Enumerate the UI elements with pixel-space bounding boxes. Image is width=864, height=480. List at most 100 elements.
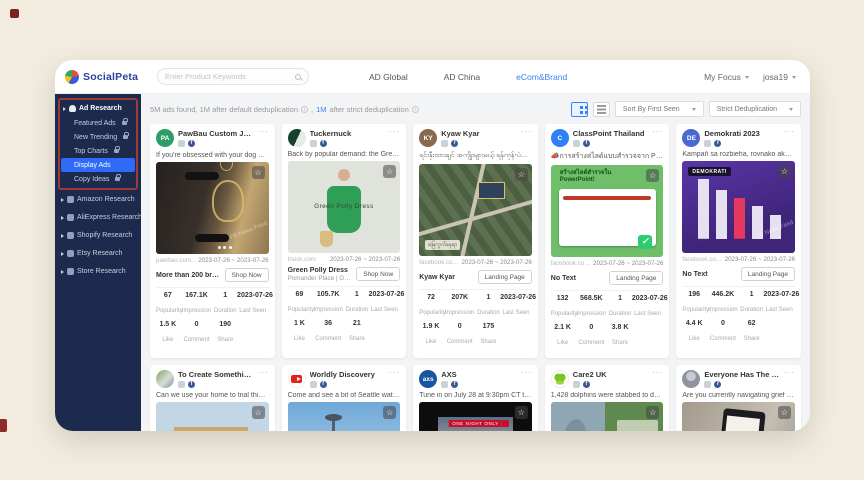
ad-creative[interactable]: ONE NIGHT ONLY ☆: [419, 402, 532, 431]
favorite-star-button[interactable]: ☆: [252, 166, 265, 179]
sort-select[interactable]: Sort By First Seen: [615, 101, 704, 117]
advertiser-avatar[interactable]: [288, 370, 306, 388]
advertiser-avatar[interactable]: [288, 129, 306, 147]
user-menu[interactable]: josa19: [763, 72, 796, 82]
cta-button[interactable]: Landing Page: [741, 267, 795, 281]
my-focus-menu[interactable]: My Focus: [704, 72, 749, 82]
search-icon[interactable]: [295, 74, 301, 80]
ad-creative[interactable]: မြေကွက်နေရာ ☆: [419, 164, 532, 256]
advertiser-name[interactable]: Tuckernuck: [310, 129, 386, 138]
ad-domain[interactable]: pawbau.com...: [156, 257, 196, 264]
cta-button[interactable]: Shop Now: [356, 267, 400, 281]
ad-date-range: 2023-07-26 ~ 2023-07-26: [461, 259, 531, 266]
sidebar-item-ad-research[interactable]: Ad Research: [61, 101, 135, 116]
stat-impression: 568.5KImpression: [574, 295, 608, 320]
advertiser-name[interactable]: ClassPoint Thailand: [573, 129, 649, 138]
ad-date-range: 2023-07-26 ~ 2023-07-26: [330, 256, 400, 263]
logo[interactable]: SocialPeta: [65, 70, 157, 84]
cta-button[interactable]: Landing Page: [478, 270, 532, 284]
advertiser-name[interactable]: Worldly Discovery: [310, 370, 386, 379]
card-more-button[interactable]: ···: [258, 129, 269, 135]
ad-domain[interactable]: facebook.com/1...: [551, 260, 593, 267]
stat-comment: 0Comment: [574, 324, 608, 349]
annotation-marker-left: [0, 419, 7, 432]
card-more-button[interactable]: ···: [389, 370, 400, 376]
favorite-star-button[interactable]: ☆: [252, 406, 265, 419]
favorite-star-button[interactable]: ☆: [383, 165, 396, 178]
sidebar-item-etsy-research[interactable]: Etsy Research: [58, 245, 138, 262]
view-controls: Sort By First Seen Strict Deduplication: [571, 101, 801, 117]
advertiser-name[interactable]: To Create Something Exceptio...: [178, 370, 254, 379]
ad-creative[interactable]: สร้างสไลด์สำรวจใน PowerPoint! ☆: [551, 165, 664, 257]
advertiser-name[interactable]: Care2 UK: [573, 370, 649, 379]
ad-creative[interactable]: Green Polly Dress ☆: [288, 161, 401, 253]
card-more-button[interactable]: ···: [652, 129, 663, 135]
nav-ad-china[interactable]: AD China: [444, 72, 480, 82]
sidebar-item-display-ads[interactable]: Display Ads: [61, 158, 135, 172]
info-icon[interactable]: i: [412, 106, 419, 113]
advertiser-avatar[interactable]: [551, 370, 569, 388]
list-view-button[interactable]: [593, 102, 610, 117]
ad-creative[interactable]: FB News Feed ☆: [156, 162, 269, 254]
search-box[interactable]: [157, 68, 309, 85]
card-more-button[interactable]: ···: [521, 129, 532, 135]
card-more-button[interactable]: ···: [258, 370, 269, 376]
advertiser-avatar[interactable]: KY: [419, 129, 437, 147]
advertiser-name[interactable]: Kyaw Kyar: [441, 129, 517, 138]
advertiser-avatar[interactable]: axs: [419, 370, 437, 388]
ad-creative[interactable]: DEMOKRATI FB News Feed ☆: [682, 161, 795, 253]
results-suffix-text: after strict deduplication: [330, 105, 409, 114]
sidebar-item-copy-ideas[interactable]: Copy Ideas: [61, 172, 135, 186]
card-more-button[interactable]: ···: [652, 370, 663, 376]
advertiser-avatar[interactable]: C: [551, 129, 569, 147]
favorite-star-button[interactable]: ☆: [646, 169, 659, 182]
nav-ecom-brand[interactable]: eCom&Brand: [516, 72, 567, 82]
grid-view-button[interactable]: [571, 102, 588, 117]
advertiser-name[interactable]: AXS: [441, 370, 517, 379]
favorite-star-button[interactable]: ☆: [646, 406, 659, 419]
advertiser-avatar[interactable]: DE: [682, 129, 700, 147]
main-nav: AD Global AD China eCom&Brand: [369, 72, 567, 82]
advertiser-avatar[interactable]: [156, 370, 174, 388]
dedup-select[interactable]: Strict Deduplication: [709, 101, 801, 117]
sidebar-item-store-research[interactable]: Store Research: [58, 263, 138, 280]
card-more-button[interactable]: ···: [389, 129, 400, 135]
advertiser-avatar[interactable]: [682, 370, 700, 388]
sidebar-item-new-trending[interactable]: New Trending: [61, 130, 135, 144]
ad-card: Everyone Has The Freedom To... f ··· Are…: [676, 365, 801, 431]
ad-domain[interactable]: facebook.com/10...: [682, 256, 724, 263]
sidebar-item-featured-ads[interactable]: Featured Ads: [61, 116, 135, 130]
ad-creative[interactable]: SEATTLE WASHINGTON ☆: [288, 402, 401, 431]
caret-icon: [61, 270, 64, 274]
advertiser-name[interactable]: PawBau Custom Jewelry: [178, 129, 254, 138]
sidebar-item-shopify-research[interactable]: Shopify Research: [58, 227, 138, 244]
strict-dedup-link[interactable]: 1M: [316, 105, 326, 114]
advertiser-avatar[interactable]: PA: [156, 129, 174, 147]
search-input[interactable]: [165, 72, 285, 81]
advertiser-name[interactable]: Everyone Has The Freedom To...: [704, 370, 780, 379]
ad-domain[interactable]: facebook.com/*1...: [419, 259, 461, 266]
favorite-star-button[interactable]: ☆: [778, 165, 791, 178]
favorite-star-button[interactable]: ☆: [515, 406, 528, 419]
advertiser-name[interactable]: Demokrati 2023: [704, 129, 780, 138]
info-icon[interactable]: i: [301, 106, 308, 113]
sidebar-item-amazon-research[interactable]: Amazon Research: [58, 191, 138, 208]
ad-domain[interactable]: tnuck.com: [288, 256, 316, 263]
card-more-button[interactable]: ···: [784, 370, 795, 376]
chevron-down-icon: [745, 76, 749, 79]
favorite-star-button[interactable]: ☆: [515, 168, 528, 181]
card-more-button[interactable]: ···: [521, 370, 532, 376]
results-count-text: 5M ads found, 1M after default deduplica…: [150, 105, 298, 114]
favorite-star-button[interactable]: ☆: [778, 406, 791, 419]
sidebar-item-top-charts[interactable]: Top Charts: [61, 144, 135, 158]
stat-last-seen: 2023-07-26Last Seen: [763, 291, 795, 316]
ad-creative[interactable]: ☆: [682, 402, 795, 431]
card-more-button[interactable]: ···: [784, 129, 795, 135]
sidebar-item-aliexpress-research[interactable]: AliExpress Research: [58, 209, 138, 226]
ad-creative[interactable]: ☆: [551, 402, 664, 431]
nav-ad-global[interactable]: AD Global: [369, 72, 408, 82]
favorite-star-button[interactable]: ☆: [383, 406, 396, 419]
ad-creative[interactable]: ☆: [156, 402, 269, 431]
cta-button[interactable]: Landing Page: [609, 271, 663, 285]
cta-button[interactable]: Shop Now: [225, 268, 269, 282]
